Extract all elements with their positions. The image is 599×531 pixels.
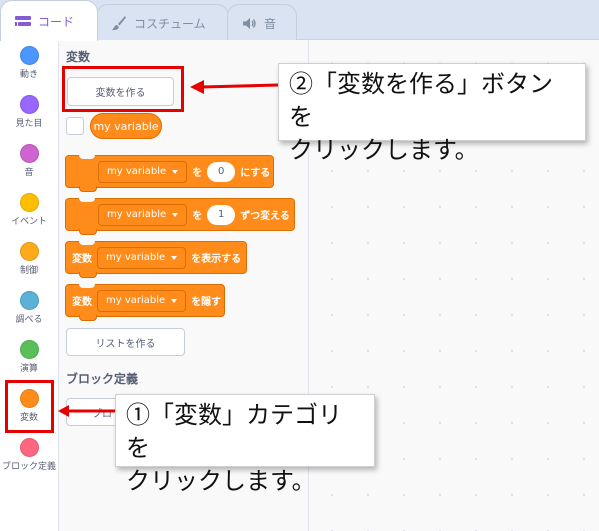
- variable-dropdown-label: my variable: [106, 252, 166, 263]
- block-text: を隠す: [191, 297, 222, 308]
- speaker-icon: [242, 17, 257, 30]
- category-label: イベント: [10, 217, 47, 227]
- block-text: 変数: [72, 254, 92, 265]
- category-label: 動き: [19, 70, 38, 80]
- category-label: 見た目: [15, 119, 43, 129]
- value-input[interactable]: 0: [207, 161, 236, 182]
- step1-line1: ①「変数」カテゴリを: [126, 402, 342, 462]
- variable-dropdown[interactable]: my variable: [97, 246, 187, 269]
- category-looks[interactable]: 見た目: [0, 95, 58, 131]
- category-label: 演算: [19, 364, 38, 374]
- variable-dropdown-label: my variable: [107, 166, 167, 177]
- block-text: ずつ変える: [240, 211, 290, 222]
- category-dot-icon: [19, 46, 39, 65]
- category-label: 制御: [19, 266, 38, 276]
- step2-callout: ②「変数を作る」ボタンを クリックします。: [278, 63, 586, 164]
- category-dot-icon: [19, 438, 39, 457]
- variables-category-highlight: [5, 380, 54, 433]
- code-icon: [15, 15, 31, 27]
- block-text: を: [192, 211, 203, 222]
- step2-line2: クリックします。: [289, 137, 479, 164]
- category-operators[interactable]: 演算: [0, 340, 58, 376]
- variable-dropdown[interactable]: my variable: [98, 203, 188, 226]
- category-dot-icon: [19, 95, 39, 114]
- category-menu: 動き 見た目 音 イベント 制御 調べる 演算 変数 ブロック定義: [0, 40, 59, 531]
- block-text: 変数: [72, 297, 92, 308]
- tab-costumes[interactable]: コスチューム: [96, 4, 229, 41]
- tab-code[interactable]: コード: [0, 0, 98, 41]
- step2-line1: ②「変数を作る」ボタンを: [289, 71, 553, 131]
- variables-section-title: 変数: [66, 50, 91, 64]
- category-dot-icon: [19, 242, 39, 261]
- category-dot-icon: [19, 144, 39, 163]
- category-dot-icon: [19, 340, 39, 359]
- category-motion[interactable]: 動き: [0, 46, 58, 82]
- block-text: を表示する: [191, 254, 242, 265]
- dropdown-caret-icon: [172, 212, 179, 217]
- category-my-blocks[interactable]: ブロック定義: [0, 438, 58, 474]
- category-control[interactable]: 制御: [0, 242, 58, 278]
- arrow-to-make-variable-icon: [190, 80, 279, 94]
- variable-dropdown[interactable]: my variable: [98, 160, 188, 183]
- tab-costumes-label: コスチューム: [134, 16, 206, 31]
- my-blocks-section-title: ブロック定義: [66, 372, 139, 386]
- make-list-button[interactable]: リストを作る: [66, 328, 185, 356]
- variable-dropdown-label: my variable: [107, 209, 167, 220]
- category-label: 音: [24, 168, 34, 178]
- tab-sounds[interactable]: 音: [227, 4, 297, 41]
- variable-monitor-checkbox[interactable]: [66, 117, 84, 135]
- dropdown-caret-icon: [172, 169, 179, 174]
- show-variable-block[interactable]: 変数 my variable を表示する: [65, 241, 247, 278]
- block-text: にする: [240, 168, 271, 179]
- dropdown-caret-icon: [171, 298, 178, 303]
- step1-line2: クリックします。: [126, 468, 316, 495]
- block-text: を: [192, 168, 203, 179]
- make-variable-button-highlight: [62, 66, 184, 112]
- tab-sounds-label: 音: [264, 16, 277, 31]
- arrow-to-variables-category-icon: [58, 405, 118, 417]
- category-dot-icon: [19, 291, 39, 310]
- value-input[interactable]: 1: [207, 204, 236, 225]
- hide-variable-block[interactable]: 変数 my variable を隠す: [65, 284, 225, 321]
- category-events[interactable]: イベント: [0, 193, 58, 229]
- tab-code-label: コード: [38, 14, 75, 29]
- my-variable-reporter[interactable]: my variable: [90, 113, 162, 139]
- set-variable-block[interactable]: my variable を 0 にする: [65, 155, 274, 192]
- brush-icon: [111, 15, 127, 31]
- step1-callout: ①「変数」カテゴリを クリックします。: [115, 394, 375, 495]
- category-sensing[interactable]: 調べる: [0, 291, 58, 327]
- variable-dropdown-label: my variable: [106, 295, 166, 306]
- variable-dropdown[interactable]: my variable: [97, 289, 187, 312]
- category-label: 調べる: [15, 315, 43, 325]
- change-variable-block[interactable]: my variable を 1 ずつ変える: [65, 198, 295, 235]
- category-sound[interactable]: 音: [0, 144, 58, 180]
- category-dot-icon: [19, 193, 39, 212]
- category-label: ブロック定義: [1, 462, 56, 472]
- editor-tab-bar: コード コスチューム 音: [0, 0, 599, 41]
- dropdown-caret-icon: [171, 255, 178, 260]
